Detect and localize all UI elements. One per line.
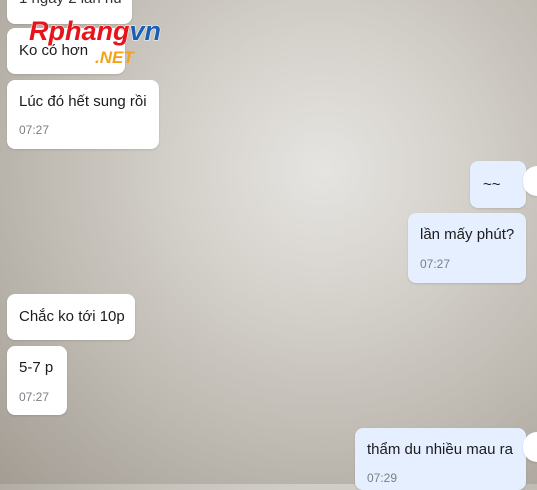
message-text: thẩm du nhiều mau ra: [367, 441, 513, 458]
message-timestamp: 07:27: [19, 123, 50, 137]
incoming-message[interactable]: 5-7 p 07:27: [7, 346, 67, 415]
incoming-message[interactable]: Chắc ko tới 10p: [7, 294, 135, 340]
watermark-main-text: Rphangvn: [29, 16, 161, 46]
message-timestamp: 07:27: [19, 390, 50, 404]
outgoing-message[interactable]: thẩm du nhiều mau ra 07:29: [355, 428, 526, 490]
message-text: Chắc ko tới 10p: [19, 308, 125, 325]
message-text: lần mấy phút?: [420, 226, 515, 243]
watermark-sub-text: .NET: [95, 48, 135, 67]
outgoing-message[interactable]: ~~: [470, 161, 526, 208]
watermark-logo: Rphangvn .NET: [27, 14, 197, 70]
message-text: ~~: [483, 176, 501, 193]
incoming-message[interactable]: Lúc đó hết sung rồi 07:27: [7, 80, 159, 149]
chat-message-list: 1 ngày 2 lần nữ Ko có hơn Lúc đó hết sun…: [0, 0, 537, 490]
message-text: 1 ngày 2 lần nữ: [19, 0, 123, 8]
watermark-logo-graphic: Rphangvn .NET: [29, 16, 162, 68]
message-timestamp: 07:29: [367, 471, 398, 485]
message-text: 5-7 p: [19, 359, 54, 376]
message-timestamp: 07:27: [420, 257, 451, 271]
outgoing-message[interactable]: lần mấy phút? 07:27: [408, 213, 526, 283]
message-text: Lúc đó hết sung rồi: [19, 93, 147, 110]
